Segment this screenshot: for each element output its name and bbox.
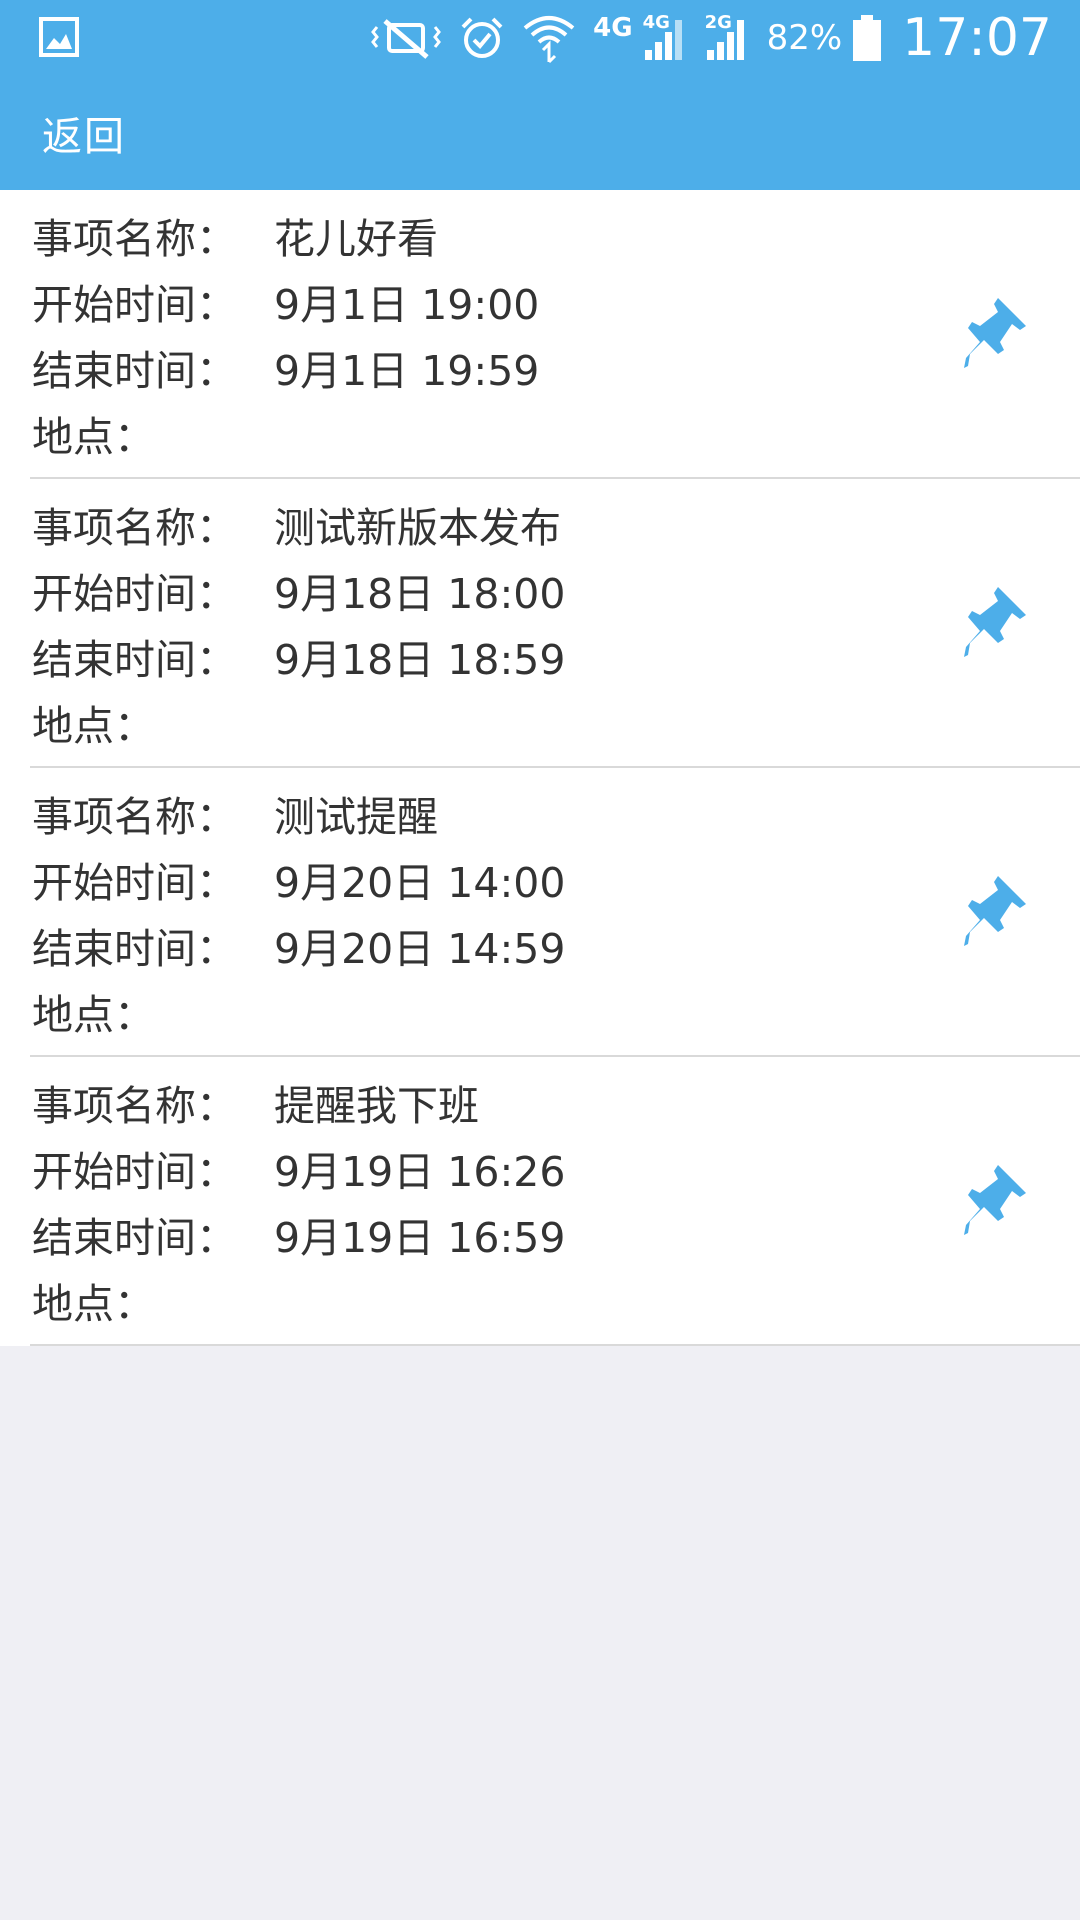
pin-icon[interactable] (960, 1161, 1030, 1241)
event-location-label: 地点： (32, 1280, 155, 1328)
signal1-label: 4G (642, 12, 670, 33)
signal2-icon: 2G (704, 12, 749, 62)
event-name-label: 事项名称： (32, 504, 237, 552)
event-end-label: 结束时间： (32, 636, 237, 684)
event-location-row: 地点： (32, 1271, 565, 1337)
alarm-icon (459, 15, 505, 61)
event-item[interactable]: 事项名称： 测试提醒 开始时间： 9月20日 14:00 结束时间： 9月20日 14… (30, 768, 1080, 1057)
event-start-value: 9月20日 14:00 (274, 859, 566, 907)
signal2-label: 2G (704, 12, 732, 33)
event-name-row: 事项名称： 测试提醒 (32, 784, 565, 850)
event-end-label: 结束时间： (32, 347, 237, 395)
battery-icon (852, 14, 882, 62)
event-end-row: 结束时间： 9月18日 18:59 (32, 627, 565, 693)
event-end-row: 结束时间： 9月20日 14:59 (32, 916, 565, 982)
event-name-row: 事项名称： 提醒我下班 (32, 1073, 565, 1139)
app-bar: 返回 (0, 76, 1080, 190)
event-item[interactable]: 事项名称： 提醒我下班 开始时间： 9月19日 16:26 结束时间： 9月19日 1… (30, 1057, 1080, 1346)
back-button[interactable]: 返回 (42, 104, 126, 162)
event-name-value: 提醒我下班 (274, 1082, 479, 1130)
event-end-value: 9月20日 14:59 (274, 925, 566, 973)
status-clock: 17:07 (902, 8, 1052, 68)
pin-icon[interactable] (960, 872, 1030, 952)
event-end-label: 结束时间： (32, 1214, 237, 1262)
event-name-value: 测试新版本发布 (274, 504, 561, 552)
event-start-label: 开始时间： (32, 1148, 237, 1196)
event-name-row: 事项名称： 测试新版本发布 (32, 495, 565, 561)
event-location-label: 地点： (32, 991, 155, 1039)
event-end-value: 9月18日 18:59 (274, 636, 566, 684)
event-start-label: 开始时间： (32, 570, 237, 618)
event-name-label: 事项名称： (32, 215, 237, 263)
event-location-label: 地点： (32, 413, 155, 461)
pin-icon[interactable] (960, 294, 1030, 374)
event-location-row: 地点： (32, 982, 565, 1048)
event-location-label: 地点： (32, 702, 155, 750)
event-name-value: 测试提醒 (274, 793, 438, 841)
event-start-row: 开始时间： 9月1日 19:00 (32, 272, 539, 338)
network-type-label: 4G (593, 13, 633, 43)
event-start-value: 9月18日 18:00 (274, 570, 566, 618)
event-end-row: 结束时间： 9月1日 19:59 (32, 338, 539, 404)
wifi-icon (523, 12, 575, 64)
event-name-value: 花儿好看 (274, 215, 438, 263)
event-end-value: 9月19日 16:59 (274, 1214, 566, 1262)
status-icons: 4G 4G 2G 82% 17:07 (371, 0, 1052, 76)
event-list: 事项名称： 花儿好看 开始时间： 9月1日 19:00 结束时间： 9月1日 19:5… (0, 190, 1080, 1346)
event-name-row: 事项名称： 花儿好看 (32, 206, 539, 272)
event-start-label: 开始时间： (32, 281, 237, 329)
event-start-row: 开始时间： 9月19日 16:26 (32, 1139, 565, 1205)
event-end-label: 结束时间： (32, 925, 237, 973)
vibrate-icon (371, 15, 442, 61)
event-name-label: 事项名称： (32, 793, 237, 841)
signal-icon: 4G (642, 12, 687, 62)
event-item[interactable]: 事项名称： 花儿好看 开始时间： 9月1日 19:00 结束时间： 9月1日 19:5… (30, 190, 1080, 479)
event-end-value: 9月1日 19:59 (274, 347, 540, 395)
battery-percent: 82% (766, 18, 843, 58)
event-name-label: 事项名称： (32, 1082, 237, 1130)
gallery-icon (38, 16, 80, 58)
event-start-row: 开始时间： 9月18日 18:00 (32, 561, 565, 627)
event-end-row: 结束时间： 9月19日 16:59 (32, 1205, 565, 1271)
pin-icon[interactable] (960, 583, 1030, 663)
event-location-row: 地点： (32, 693, 565, 759)
event-location-row: 地点： (32, 404, 539, 470)
event-start-row: 开始时间： 9月20日 14:00 (32, 850, 565, 916)
event-start-label: 开始时间： (32, 859, 237, 907)
event-start-value: 9月1日 19:00 (274, 281, 540, 329)
event-start-value: 9月19日 16:26 (274, 1148, 566, 1196)
status-bar: 4G 4G 2G 82% 17:07 (0, 0, 1080, 76)
event-item[interactable]: 事项名称： 测试新版本发布 开始时间： 9月18日 18:00 结束时间： 9月18日… (30, 479, 1080, 768)
